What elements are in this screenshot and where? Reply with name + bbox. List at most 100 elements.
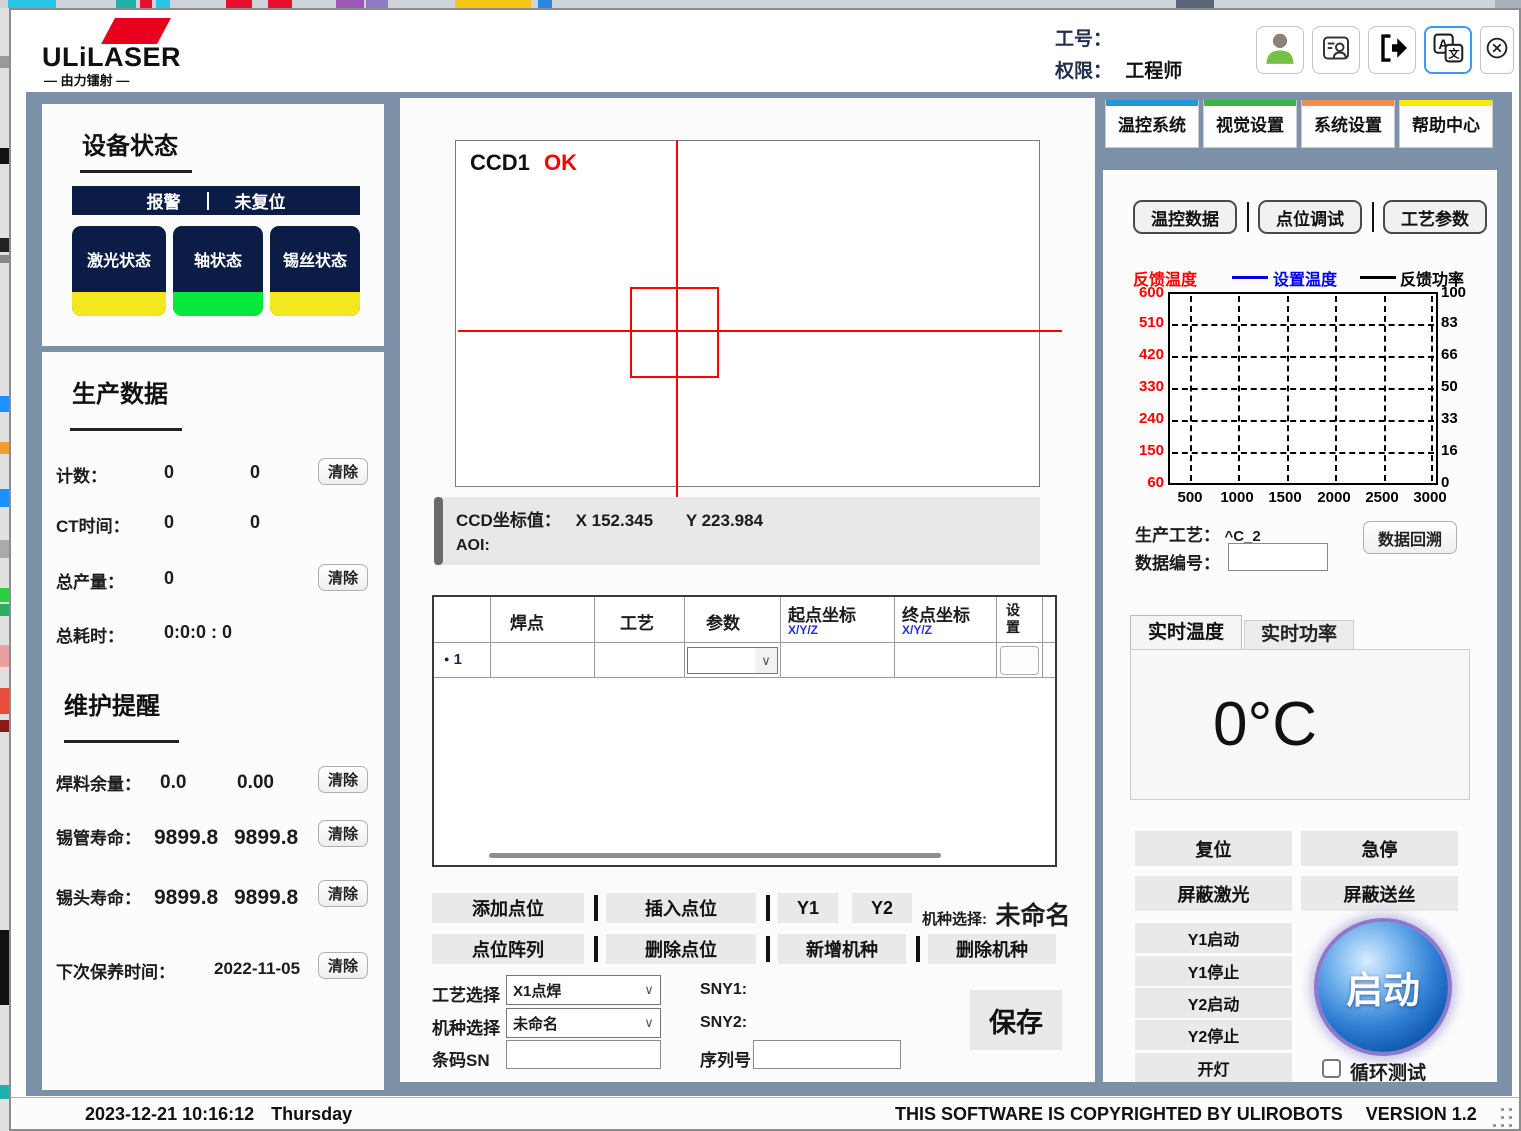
y-left-tick: 510 [1126, 314, 1164, 331]
close-icon [1482, 33, 1512, 68]
process-select[interactable]: X1点焊 ∨ [506, 975, 661, 1005]
mask-laser-button[interactable]: 屏蔽激光 [1135, 876, 1292, 911]
y2-button[interactable]: Y2 [852, 893, 912, 923]
new-model-button[interactable]: 新增机种 [778, 934, 906, 964]
x-tick: 2000 [1310, 489, 1358, 506]
y1-stop-button[interactable]: Y1停止 [1135, 956, 1292, 986]
tab-system-settings[interactable]: 系统设置 [1301, 100, 1395, 148]
barcode-label: 条码SN [432, 1046, 490, 1071]
user-avatar-button[interactable] [1256, 26, 1304, 74]
clear-tube-button[interactable]: 清除 [318, 820, 368, 847]
table-hscrollbar[interactable] [489, 853, 941, 858]
clear-maintain-button[interactable]: 清除 [318, 952, 368, 979]
param-cell-dropdown[interactable]: ∨ [687, 647, 778, 674]
delete-point-button[interactable]: 删除点位 [606, 934, 756, 964]
user-info-button[interactable] [1312, 26, 1360, 74]
clear-count-button[interactable]: 清除 [318, 458, 368, 485]
y-left-tick: 330 [1126, 378, 1164, 395]
laser-status-card[interactable]: 激光状态 [72, 226, 166, 316]
id-badge-icon [1318, 30, 1354, 71]
status-version: VERSION 1.2 [1366, 1104, 1477, 1124]
light-on-button[interactable]: 开灯 [1135, 1053, 1292, 1082]
reset-button[interactable]: 复位 [1135, 831, 1292, 866]
tab-help-center[interactable]: 帮助中心 [1399, 100, 1493, 148]
save-button[interactable]: 保存 [970, 990, 1062, 1050]
model-form-label: 机种选择 [432, 1014, 500, 1039]
desktop-edge-strip-top [0, 0, 1521, 8]
next-maintain-label: 下次保养时间： [56, 963, 175, 982]
total-time-value: 0:0:0 : 0 [164, 622, 232, 643]
delete-model-button[interactable]: 删除机种 [928, 934, 1056, 964]
solder-remain-label: 焊料余量： [56, 775, 141, 794]
estop-button[interactable]: 急停 [1301, 831, 1458, 866]
clear-output-button[interactable]: 清除 [318, 564, 368, 591]
separator [594, 936, 598, 962]
separator [594, 895, 598, 921]
y-left-tick: 150 [1126, 442, 1164, 459]
add-point-button[interactable]: 添加点位 [432, 893, 584, 923]
tab-realtime-temp[interactable]: 实时温度 [1130, 615, 1242, 650]
logout-button[interactable] [1368, 26, 1416, 74]
axis-status-indicator [173, 292, 263, 316]
maintenance-underline [64, 740, 179, 743]
permission-value: 工程师 [1125, 61, 1182, 82]
total-time-label: 总耗时： [56, 627, 124, 646]
mask-wire-button[interactable]: 屏蔽送丝 [1301, 876, 1458, 911]
device-status-underline [80, 170, 192, 173]
process-param-button[interactable]: 工艺参数 [1383, 200, 1487, 234]
col-header-setting: 设置 [1006, 602, 1022, 636]
col-subheader-end-xyz: X/Y/Z [902, 623, 932, 637]
legend-line-feedback-power [1360, 276, 1396, 279]
cycle-test-checkbox[interactable] [1322, 1059, 1341, 1078]
tube-life-label: 锡管寿命： [56, 829, 141, 848]
col-header-process: 工艺 [620, 609, 654, 634]
legend-line-set-temp [1232, 276, 1268, 279]
production-underline [70, 428, 182, 431]
tab-temperature-system[interactable]: 温控系统 [1105, 100, 1199, 148]
data-number-input[interactable] [1228, 543, 1328, 571]
permission-label: 权限： [1055, 61, 1112, 82]
data-backtrack-button[interactable]: 数据回溯 [1363, 521, 1457, 554]
clear-tip-button[interactable]: 清除 [318, 880, 368, 907]
y-right-tick: 66 [1441, 346, 1479, 363]
laser-status-label: 激光状态 [87, 247, 151, 271]
y1-button[interactable]: Y1 [778, 893, 838, 923]
setting-cell-button[interactable] [1000, 646, 1039, 675]
y2-stop-button[interactable]: Y2停止 [1135, 1020, 1292, 1050]
close-app-button[interactable] [1480, 26, 1514, 74]
point-array-button[interactable]: 点位阵列 [432, 934, 584, 964]
process-select-value: X1点焊 [513, 980, 561, 1001]
y1-start-button[interactable]: Y1启动 [1135, 923, 1292, 953]
separator [916, 936, 920, 962]
tab-help-center-label: 帮助中心 [1400, 106, 1492, 146]
tab-realtime-power[interactable]: 实时功率 [1244, 620, 1354, 650]
axis-status-card[interactable]: 轴状态 [173, 226, 263, 316]
ct-time-value-1: 0 [164, 512, 174, 533]
ccd-camera-view[interactable] [455, 140, 1040, 487]
alarm-separator [207, 192, 209, 210]
resize-grip[interactable] [1501, 1108, 1504, 1111]
row-marker-icon: ● [444, 654, 449, 664]
tip-life-value-2: 9899.8 [234, 886, 298, 910]
sny1-label: SNY1: [700, 981, 747, 999]
tab-temperature-system-label: 温控系统 [1106, 106, 1198, 146]
serial-input[interactable] [753, 1040, 901, 1069]
model-select-dropdown[interactable]: 未命名 ∨ [506, 1008, 661, 1038]
insert-point-button[interactable]: 插入点位 [606, 893, 756, 923]
tip-life-label: 锡头寿命： [56, 889, 141, 908]
clear-solder-button[interactable]: 清除 [318, 766, 368, 793]
realtime-value-display: 0°C [1130, 649, 1470, 800]
temp-data-button[interactable]: 温控数据 [1133, 200, 1237, 234]
user-avatar-icon [1261, 29, 1299, 72]
tab-vision-settings-label: 视觉设置 [1204, 106, 1296, 146]
barcode-input[interactable] [506, 1040, 661, 1069]
status-weekday: Thursday [271, 1104, 352, 1124]
start-button[interactable]: 启动 [1318, 922, 1448, 1052]
wire-status-card[interactable]: 锡丝状态 [270, 226, 360, 316]
language-toggle-button[interactable]: A文 [1424, 26, 1472, 74]
y-right-tick: 100 [1441, 284, 1479, 301]
col-header-param: 参数 [706, 609, 740, 634]
tab-vision-settings[interactable]: 视觉设置 [1203, 100, 1297, 148]
y2-start-button[interactable]: Y2启动 [1135, 988, 1292, 1018]
point-debug-button[interactable]: 点位调试 [1258, 200, 1362, 234]
